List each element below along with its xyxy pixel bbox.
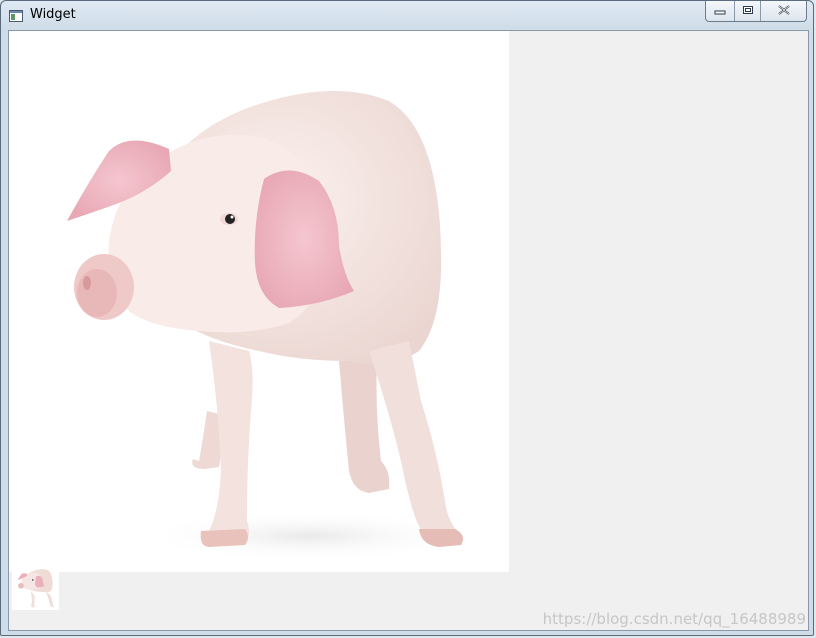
window-title: Widget [30,7,76,22]
pig-thumbnail-image [12,564,59,610]
widget-client-area: https://blog.csdn.net/qq_16488989 [8,30,809,631]
caption-buttons [705,1,807,22]
app-window: Widget https://blog.csdn.net/qq_16488989 [0,0,814,636]
minimize-icon [714,2,726,20]
app-window-icon [9,9,23,22]
pig-image [9,31,509,572]
watermark-text: https://blog.csdn.net/qq_16488989 [542,610,806,628]
title-bar[interactable]: Widget [1,1,813,29]
close-button[interactable] [760,1,806,21]
close-icon [777,2,790,20]
maximize-button[interactable] [734,1,760,21]
minimize-button[interactable] [706,1,734,21]
maximize-icon [742,2,754,20]
